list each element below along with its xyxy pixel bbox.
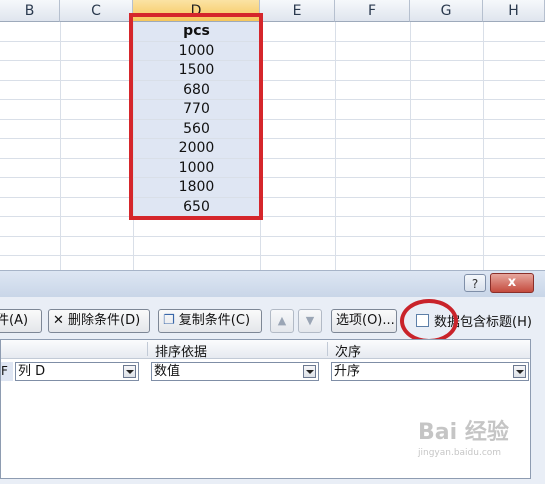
circle-annotation: [400, 299, 458, 343]
dialog-titlebar: ? x: [0, 271, 545, 297]
column-gridline: [335, 22, 336, 270]
grid-row: [0, 81, 545, 100]
column-header-c[interactable]: C: [60, 0, 133, 22]
column-select[interactable]: 列 D: [15, 362, 139, 381]
sort-on-select[interactable]: 数值: [151, 362, 319, 381]
column-header-h[interactable]: H: [483, 0, 545, 22]
copy-condition-label: 复制条件(C): [178, 313, 251, 328]
grid-row: [0, 217, 545, 237]
grid-row: [0, 42, 545, 61]
column-select-value: 列 D: [18, 364, 46, 379]
grid-row: [0, 256, 545, 270]
delete-condition-label: 删除条件(D): [68, 313, 141, 328]
delete-x-icon: ✕: [53, 313, 64, 328]
copy-icon: ❐: [163, 313, 175, 328]
watermark-url: jingyan.baidu.com: [418, 448, 502, 458]
up-arrow-icon: ▲: [277, 314, 287, 327]
options-label: 选项(O)...: [336, 313, 395, 328]
column-gridline: [60, 22, 61, 270]
column-header-b[interactable]: B: [0, 0, 60, 22]
delete-condition-button[interactable]: ✕ 删除条件(D): [48, 309, 150, 333]
add-condition-button[interactable]: 条件(A): [0, 309, 42, 333]
watermark-brand: Bai 经验: [418, 420, 509, 445]
chevron-down-icon[interactable]: [303, 365, 316, 378]
close-button[interactable]: x: [490, 273, 534, 293]
column-header-f[interactable]: F: [335, 0, 410, 22]
column-header-g[interactable]: G: [410, 0, 483, 22]
move-up-button[interactable]: ▲: [270, 309, 294, 333]
add-condition-label: 条件(A): [0, 313, 29, 328]
header-separator: [327, 342, 328, 356]
order-select[interactable]: 升序: [331, 362, 529, 381]
grid-row: [0, 198, 545, 217]
column-gridline: [410, 22, 411, 270]
spreadsheet-grid: B C D E F G H pcs 1000 1500 680 770 560 …: [0, 0, 545, 270]
move-down-button[interactable]: ▼: [298, 309, 322, 333]
grid-row: [0, 159, 545, 178]
grid-row: [0, 100, 545, 120]
order-select-value: 升序: [334, 364, 361, 379]
grid-row: [0, 178, 545, 198]
highlight-box-annotation: [129, 13, 263, 220]
column-gridline: [483, 22, 484, 270]
sort-level-label: F: [1, 362, 13, 381]
down-arrow-icon: ▼: [305, 314, 315, 327]
order-header: 次序: [335, 345, 362, 360]
chevron-down-icon[interactable]: [123, 365, 136, 378]
grid-row: [0, 61, 545, 81]
help-button[interactable]: ?: [464, 274, 486, 292]
chevron-down-icon[interactable]: [513, 365, 526, 378]
sort-on-select-value: 数值: [154, 364, 181, 379]
column-header-e[interactable]: E: [260, 0, 335, 22]
sort-on-header: 排序依据: [155, 345, 208, 360]
sort-list-header: 排序依据 次序: [1, 340, 530, 360]
grid-row: [0, 139, 545, 159]
grid-row: [0, 22, 545, 42]
copy-condition-button[interactable]: ❐ 复制条件(C): [158, 309, 262, 333]
options-button[interactable]: 选项(O)...: [331, 309, 397, 333]
grid-row: [0, 120, 545, 139]
grid-row: [0, 237, 545, 256]
baidu-watermark: Bai 经验 jingyan.baidu.com: [418, 418, 538, 466]
header-separator: [147, 342, 148, 356]
